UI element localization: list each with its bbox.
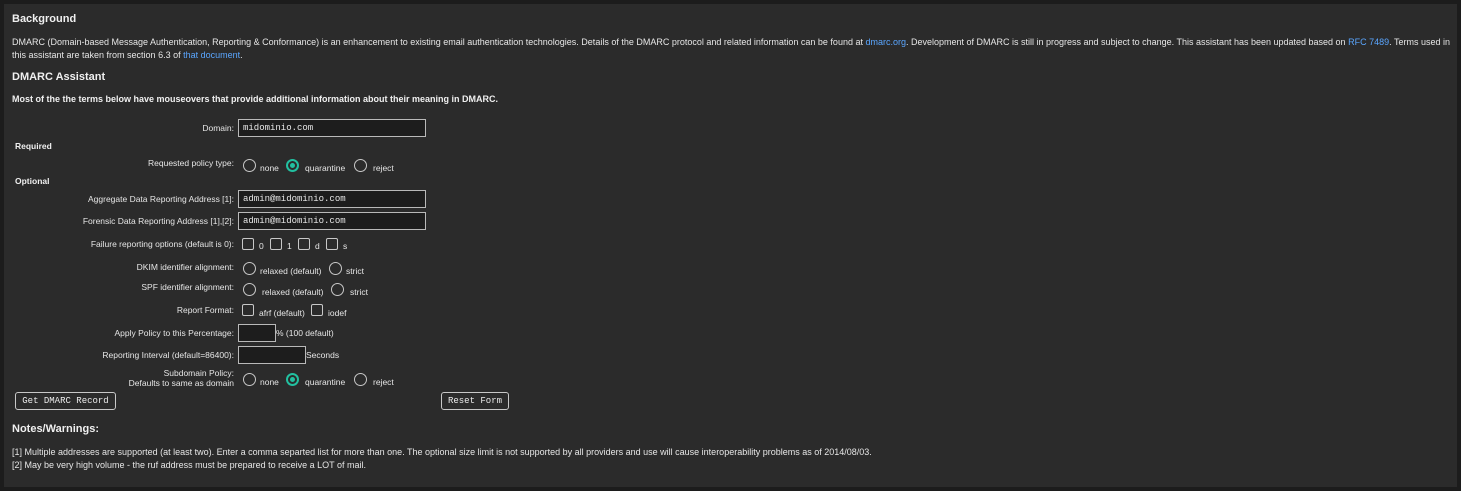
optional-label: Optional [15, 176, 50, 186]
that-document-link[interactable]: that document [183, 50, 240, 60]
sp-quarantine-radio[interactable] [286, 373, 299, 386]
spf-label: SPF identifier alignment: [141, 282, 234, 292]
fo-d-label: d [315, 241, 320, 251]
spf-strict-radio[interactable] [331, 283, 344, 296]
fo-0-label: 0 [259, 241, 264, 251]
ruf-label: Forensic Data Reporting Address [1],[2]: [82, 216, 234, 226]
note-1: [1] Multiple addresses are supported (at… [12, 447, 872, 457]
format-iodef-label: iodef [328, 308, 347, 318]
notes-heading: Notes/Warnings: [12, 423, 99, 435]
pct-label: Apply Policy to this Percentage: [114, 328, 234, 338]
fo-d-checkbox[interactable] [298, 238, 310, 250]
background-text-4: . [240, 50, 243, 60]
dmarc-org-link[interactable]: dmarc.org [865, 37, 906, 47]
background-heading: Background [12, 13, 77, 25]
assistant-intro: Most of the the terms below have mouseov… [12, 94, 499, 104]
ri-label: Reporting Interval (default=86400): [102, 350, 234, 360]
sp-label-line2: Defaults to same as domain [128, 378, 234, 388]
background-text-1: DMARC (Domain-based Message Authenticati… [12, 37, 866, 47]
ri-suffix: Seconds [306, 350, 340, 360]
percentage-input[interactable] [238, 324, 276, 342]
note-2: [2] May be very high volume - the ruf ad… [12, 460, 367, 470]
domain-label: Domain: [202, 123, 234, 133]
spf-strict-label: strict [350, 287, 368, 297]
policy-reject-radio[interactable] [354, 159, 367, 172]
sp-none-radio[interactable] [243, 373, 256, 386]
fo-label: Failure reporting options (default is 0)… [90, 239, 234, 249]
policy-quarantine-label: quarantine [305, 163, 346, 173]
format-afrf-label: afrf (default) [259, 308, 305, 318]
background-text-2: . Development of DMARC is still in progr… [905, 37, 1349, 47]
sp-none-label: none [260, 377, 279, 387]
fo-0-checkbox[interactable] [242, 238, 254, 250]
fo-1-label: 1 [287, 241, 292, 251]
sp-reject-label: reject [373, 377, 394, 387]
dkim-relaxed-radio[interactable] [243, 262, 256, 275]
forensic-address-input[interactable] [238, 212, 426, 230]
dkim-strict-label: strict [346, 266, 364, 276]
spf-relaxed-radio[interactable] [243, 283, 256, 296]
aggregate-address-input[interactable] [238, 190, 426, 208]
rfc-7489-link[interactable]: RFC 7489 [1348, 37, 1389, 47]
dkim-label: DKIM identifier alignment: [136, 262, 234, 272]
policy-none-radio[interactable] [243, 159, 256, 172]
required-label: Required [15, 141, 52, 151]
dmarc-assistant-panel: Background DMARC (Domain-based Message A… [4, 4, 1457, 487]
format-afrf-checkbox[interactable] [242, 304, 254, 316]
reset-form-button[interactable]: Reset Form [441, 392, 509, 410]
fo-s-label: s [343, 241, 348, 251]
policy-reject-label: reject [373, 163, 394, 173]
dkim-relaxed-label: relaxed (default) [260, 266, 322, 276]
format-iodef-checkbox[interactable] [311, 304, 323, 316]
assistant-heading: DMARC Assistant [12, 71, 106, 83]
sp-reject-radio[interactable] [354, 373, 367, 386]
pct-suffix: % (100 default) [276, 328, 334, 338]
policy-label: Requested policy type: [148, 158, 234, 168]
sp-quarantine-label: quarantine [305, 377, 346, 387]
fo-1-checkbox[interactable] [270, 238, 282, 250]
fo-s-checkbox[interactable] [326, 238, 338, 250]
reporting-interval-input[interactable] [238, 346, 306, 364]
policy-none-label: none [260, 163, 279, 173]
get-dmarc-record-button[interactable]: Get DMARC Record [15, 392, 116, 410]
format-label: Report Format: [176, 305, 234, 315]
sp-label-line1: Subdomain Policy: [163, 368, 234, 378]
rua-label: Aggregate Data Reporting Address [1]: [87, 194, 234, 204]
domain-input[interactable] [238, 119, 426, 137]
dkim-strict-radio[interactable] [329, 262, 342, 275]
policy-quarantine-radio[interactable] [286, 159, 299, 172]
background-paragraph: DMARC (Domain-based Message Authenticati… [12, 36, 1452, 62]
spf-relaxed-label: relaxed (default) [262, 287, 324, 297]
